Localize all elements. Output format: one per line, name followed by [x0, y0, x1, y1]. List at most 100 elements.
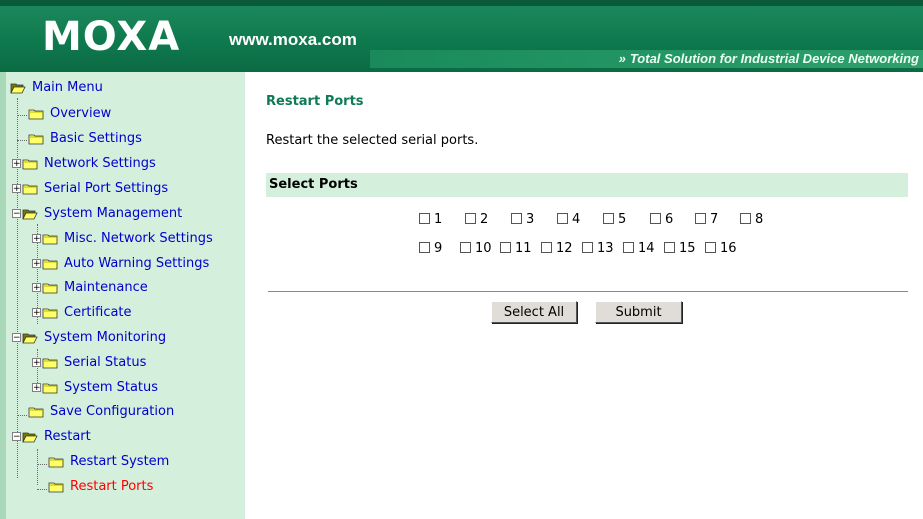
section-title: Select Ports [269, 177, 358, 192]
sidebar-item-system-monitoring[interactable]: − System Monitoring [12, 327, 166, 349]
port-checkbox[interactable] [465, 213, 476, 224]
sidebar-item-overview[interactable]: Overview [28, 103, 111, 125]
port-checkbox[interactable] [419, 242, 430, 253]
sidebar-item-label: Misc. Network Settings [64, 231, 213, 246]
port-label: 16 [720, 241, 737, 256]
port-checkbox[interactable] [603, 213, 614, 224]
sidebar-item-network-settings[interactable]: + Network Settings [12, 153, 156, 175]
port-checkbox[interactable] [740, 213, 751, 224]
expand-plus-icon[interactable]: + [32, 308, 41, 318]
port-label: 14 [638, 241, 655, 256]
header-stripe [0, 0, 923, 6]
port-8-option[interactable]: 8 [740, 212, 763, 227]
expand-plus-icon[interactable]: + [12, 184, 21, 194]
port-16-option[interactable]: 16 [705, 241, 737, 256]
expand-plus-icon[interactable]: + [32, 358, 41, 368]
sidebar-item-serial-status[interactable]: + Serial Status [32, 352, 146, 374]
port-checkbox[interactable] [695, 213, 706, 224]
expand-plus-icon[interactable]: + [12, 159, 21, 169]
port-12-option[interactable]: 12 [541, 241, 573, 256]
sidebar-item-serial-port-settings[interactable]: + Serial Port Settings [12, 178, 168, 200]
header-banner: MOXA www.moxa.com » Total Solution for In… [0, 0, 923, 72]
sidebar-item-restart-system[interactable]: Restart System [48, 451, 169, 473]
sidebar-item-label: Restart Ports [70, 479, 154, 494]
moxa-url: www.moxa.com [229, 30, 357, 49]
port-4-option[interactable]: 4 [557, 212, 580, 227]
sidebar-item-system-management[interactable]: − System Management [12, 203, 182, 225]
port-checkbox[interactable] [511, 213, 522, 224]
port-label: 15 [679, 241, 696, 256]
collapse-minus-icon[interactable]: − [12, 333, 21, 343]
port-label: 6 [665, 212, 674, 227]
port-checkbox[interactable] [650, 213, 661, 224]
select-all-button[interactable]: Select All [491, 301, 577, 323]
tagline: » Total Solution for Industrial Device Ne… [619, 51, 919, 66]
port-checkbox[interactable] [664, 242, 675, 253]
folder-icon [28, 406, 44, 418]
port-checkbox[interactable] [460, 242, 471, 253]
port-checkbox[interactable] [541, 242, 552, 253]
port-6-option[interactable]: 6 [650, 212, 673, 227]
port-7-option[interactable]: 7 [695, 212, 718, 227]
folder-icon [42, 307, 58, 319]
sidebar-item-certificate[interactable]: + Certificate [32, 302, 132, 324]
sidebar-item-save-configuration[interactable]: Save Configuration [28, 401, 174, 423]
sidebar-item-label: Restart System [70, 454, 170, 469]
folder-icon [28, 108, 44, 120]
sidebar-item-label: Save Configuration [50, 404, 175, 419]
sidebar-item-main-menu[interactable]: Main Menu [10, 77, 103, 99]
open-folder-icon [10, 82, 26, 94]
port-checkbox[interactable] [500, 242, 511, 253]
sidebar-item-label: Maintenance [64, 280, 148, 295]
separator-line [268, 291, 908, 293]
port-label: 13 [597, 241, 614, 256]
port-checkbox[interactable] [582, 242, 593, 253]
tree-line [37, 489, 47, 490]
port-11-option[interactable]: 11 [500, 241, 532, 256]
port-13-option[interactable]: 13 [582, 241, 614, 256]
sidebar-item-label: Serial Status [64, 355, 147, 370]
port-9-option[interactable]: 9 [419, 241, 442, 256]
sidebar-item-basic-settings[interactable]: Basic Settings [28, 128, 142, 150]
sidebar-item-label: Serial Port Settings [44, 181, 169, 196]
expand-plus-icon[interactable]: + [32, 259, 41, 269]
port-15-option[interactable]: 15 [664, 241, 696, 256]
expand-plus-icon[interactable]: + [32, 283, 41, 293]
select-ports-header: Select Ports [266, 173, 908, 197]
open-folder-icon [22, 208, 38, 220]
port-label: 2 [480, 212, 489, 227]
expand-plus-icon[interactable]: + [32, 383, 41, 393]
sidebar-item-system-status[interactable]: + System Status [32, 377, 158, 399]
folder-icon [22, 158, 38, 170]
port-5-option[interactable]: 5 [603, 212, 626, 227]
sidebar-item-misc-network-settings[interactable]: + Misc. Network Settings [32, 228, 213, 250]
sidebar-item-restart-ports[interactable]: Restart Ports [48, 476, 153, 498]
port-checkbox[interactable] [557, 213, 568, 224]
port-label: 12 [556, 241, 573, 256]
submit-button[interactable]: Submit [595, 301, 682, 323]
port-2-option[interactable]: 2 [465, 212, 488, 227]
expand-plus-icon[interactable]: + [32, 234, 41, 244]
moxa-logo: MOXA [42, 14, 181, 60]
sidebar-item-auto-warning-settings[interactable]: + Auto Warning Settings [32, 253, 209, 275]
sidebar-item-restart[interactable]: − Restart [12, 426, 91, 448]
port-label: 9 [434, 241, 443, 256]
port-1-option[interactable]: 1 [419, 212, 442, 227]
page-description: Restart the selected serial ports. [266, 133, 479, 148]
folder-icon [42, 357, 58, 369]
sidebar-item-maintenance[interactable]: + Maintenance [32, 277, 148, 299]
port-checkbox[interactable] [705, 242, 716, 253]
port-10-option[interactable]: 10 [460, 241, 492, 256]
double-arrow-icon: » [618, 51, 626, 66]
sidebar-item-label: Basic Settings [50, 131, 142, 146]
port-checkbox[interactable] [623, 242, 634, 253]
port-3-option[interactable]: 3 [511, 212, 534, 227]
collapse-minus-icon[interactable]: − [12, 432, 21, 442]
port-14-option[interactable]: 14 [623, 241, 655, 256]
collapse-minus-icon[interactable]: − [12, 209, 21, 219]
port-checkbox[interactable] [419, 213, 430, 224]
port-label: 4 [572, 212, 581, 227]
tagline-text: Total Solution for Industrial Device Net… [629, 51, 919, 66]
sidebar-item-label: System Management [44, 206, 183, 221]
folder-icon [48, 456, 64, 468]
